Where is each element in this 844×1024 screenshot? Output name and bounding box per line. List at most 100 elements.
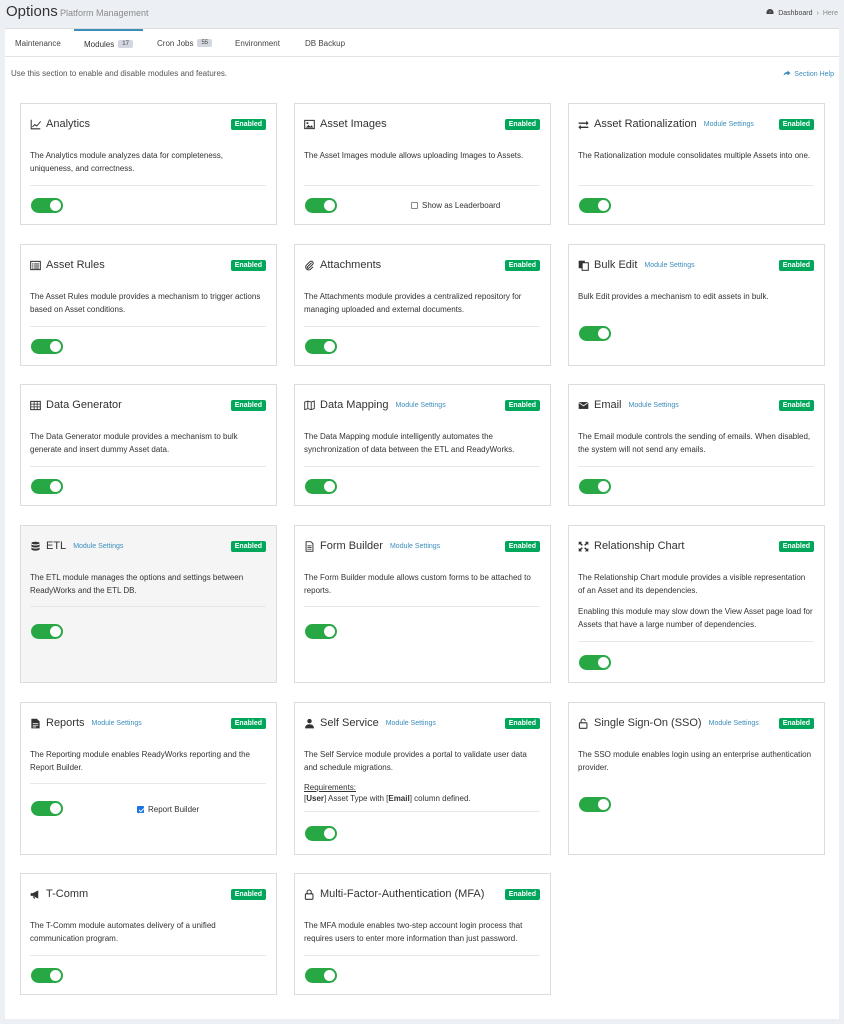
req-bold: User xyxy=(306,794,325,803)
content-header: Options Platform Management Dashboard › … xyxy=(0,0,844,26)
module-header: Single Sign-On (SSO) Module Settings xyxy=(578,717,759,729)
tab-modules[interactable]: Modules 17 xyxy=(74,29,143,57)
table-icon xyxy=(30,400,41,411)
module-header: Data Mapping Module Settings xyxy=(304,399,446,411)
module-settings-link[interactable]: Module Settings xyxy=(396,402,446,409)
module-toggle[interactable] xyxy=(31,198,63,213)
module-toggle[interactable] xyxy=(305,826,337,841)
module-title: Asset Rationalization xyxy=(594,118,697,130)
module-toggle[interactable] xyxy=(305,339,337,354)
section-help-link[interactable]: Section Help xyxy=(783,69,834,79)
tab-environment[interactable]: Environment xyxy=(235,29,280,57)
module-description: The Analytics module analyzes data for c… xyxy=(30,151,223,173)
checkbox[interactable] xyxy=(137,806,144,813)
module-title: T-Comm xyxy=(46,888,89,900)
module-toggle[interactable] xyxy=(579,655,611,670)
module-header: ETL Module Settings xyxy=(30,540,123,552)
module-header: Form Builder Module Settings xyxy=(304,540,440,552)
module-title: Bulk Edit xyxy=(594,259,638,271)
enabled-badge: Enabled xyxy=(230,400,266,411)
module-header: Asset Rules xyxy=(30,259,105,271)
module-settings-link[interactable]: Module Settings xyxy=(709,720,759,727)
tab-db-backup[interactable]: DB Backup xyxy=(305,29,345,57)
module-settings-link[interactable]: Module Settings xyxy=(629,402,679,409)
module-header: Reports Module Settings xyxy=(30,717,142,729)
module-settings-link[interactable]: Module Settings xyxy=(390,543,440,550)
module-header: Relationship Chart xyxy=(578,540,685,552)
module-toggle[interactable] xyxy=(31,624,63,639)
copy-icon xyxy=(578,260,589,271)
module-description: The Asset Images module allows uploading… xyxy=(304,151,524,160)
module-title: Form Builder xyxy=(320,540,383,552)
module-card-analytics: Analytics Enabled The Analytics module ana… xyxy=(20,103,277,225)
module-title: Data Mapping xyxy=(320,399,389,411)
breadcrumb-dashboard-link[interactable]: Dashboard xyxy=(778,10,812,17)
module-description: The Rationalization module consolidates … xyxy=(578,151,811,160)
module-toggle[interactable] xyxy=(579,479,611,494)
module-settings-link[interactable]: Module Settings xyxy=(386,720,436,727)
module-toggle[interactable] xyxy=(579,797,611,812)
module-toggle[interactable] xyxy=(305,479,337,494)
module-toggle[interactable] xyxy=(305,198,337,213)
module-toggle[interactable] xyxy=(579,326,611,341)
module-toggle[interactable] xyxy=(31,968,63,983)
tab-label: Maintenance xyxy=(15,38,61,48)
enabled-badge: Enabled xyxy=(778,400,814,411)
list-alt-icon xyxy=(30,260,41,271)
module-description: The Asset Rules module provides a mechan… xyxy=(30,292,261,314)
module-card-single-sign-on-sso: Single Sign-On (SSO) Module Settings Enabl… xyxy=(568,702,825,855)
breadcrumb-separator: › xyxy=(816,9,819,17)
module-requirements: Requirements: [User] Asset Type with [Ema… xyxy=(304,782,540,804)
module-description: The Data Generator module provides a mec… xyxy=(30,432,238,454)
req-text: ] column defined. xyxy=(409,794,471,803)
image-icon xyxy=(304,119,315,130)
checkbox-label: Show as Leaderboard xyxy=(422,201,501,210)
module-card-data-generator: Data Generator Enabled The Data Generator … xyxy=(20,384,277,506)
module-option-checkbox[interactable]: Report Builder xyxy=(137,805,199,814)
module-settings-link[interactable]: Module Settings xyxy=(73,543,123,550)
tab-maintenance[interactable]: Maintenance xyxy=(15,29,61,57)
checkbox[interactable] xyxy=(411,202,418,209)
module-description: The MFA module enables two-step account … xyxy=(304,921,523,943)
module-settings-link[interactable]: Module Settings xyxy=(704,121,754,128)
module-toggle[interactable] xyxy=(31,479,63,494)
bullhorn-icon xyxy=(30,889,41,900)
enabled-badge: Enabled xyxy=(504,718,540,729)
module-description: Bulk Edit provides a mechanism to edit a… xyxy=(578,292,769,301)
module-title: Single Sign-On (SSO) xyxy=(594,717,702,729)
enabled-badge: Enabled xyxy=(504,400,540,411)
tab-cron-jobs[interactable]: Cron Jobs 55 xyxy=(157,29,213,57)
tab-label: Modules xyxy=(84,39,115,49)
module-settings-link[interactable]: Module Settings xyxy=(92,720,142,727)
module-card-etl: ETL Module Settings Enabled The ETL module … xyxy=(20,525,277,683)
module-header: Data Generator xyxy=(30,399,122,411)
module-toggle[interactable] xyxy=(305,968,337,983)
user-icon xyxy=(304,718,315,729)
module-description: The Form Builder module allows custom fo… xyxy=(304,573,531,595)
module-toggle[interactable] xyxy=(31,339,63,354)
divider xyxy=(304,466,540,467)
module-title: Email xyxy=(594,399,622,411)
module-toggle[interactable] xyxy=(579,198,611,213)
divider xyxy=(30,606,266,607)
enabled-badge: Enabled xyxy=(778,718,814,729)
module-header: Multi-Factor-Authentication (MFA) xyxy=(304,888,484,900)
enabled-badge: Enabled xyxy=(504,889,540,900)
section-intro: Use this section to enable and disable m… xyxy=(11,69,228,78)
module-description: The SSO module enables login using an en… xyxy=(578,750,812,772)
module-card-attachments: Attachments Enabled The Attachments module… xyxy=(294,244,551,366)
module-settings-link[interactable]: Module Settings xyxy=(644,262,694,269)
module-description: The Self Service module provides a porta… xyxy=(304,750,527,772)
module-description: The Email module controls the sending of… xyxy=(578,432,811,454)
module-title: Self Service xyxy=(320,717,379,729)
module-toggle[interactable] xyxy=(31,801,63,816)
breadcrumb: Dashboard › Here xyxy=(766,8,838,18)
page-subtitle: Platform Management xyxy=(60,8,149,18)
divider xyxy=(304,811,540,812)
module-option-checkbox[interactable]: Show as Leaderboard xyxy=(411,201,500,210)
enabled-badge: Enabled xyxy=(230,260,266,271)
module-card-reports: Reports Module Settings Enabled The Reporti… xyxy=(20,702,277,855)
module-header: Email Module Settings xyxy=(578,399,679,411)
module-toggle[interactable] xyxy=(305,624,337,639)
module-card-asset-rules: Asset Rules Enabled The Asset Rules module… xyxy=(20,244,277,366)
